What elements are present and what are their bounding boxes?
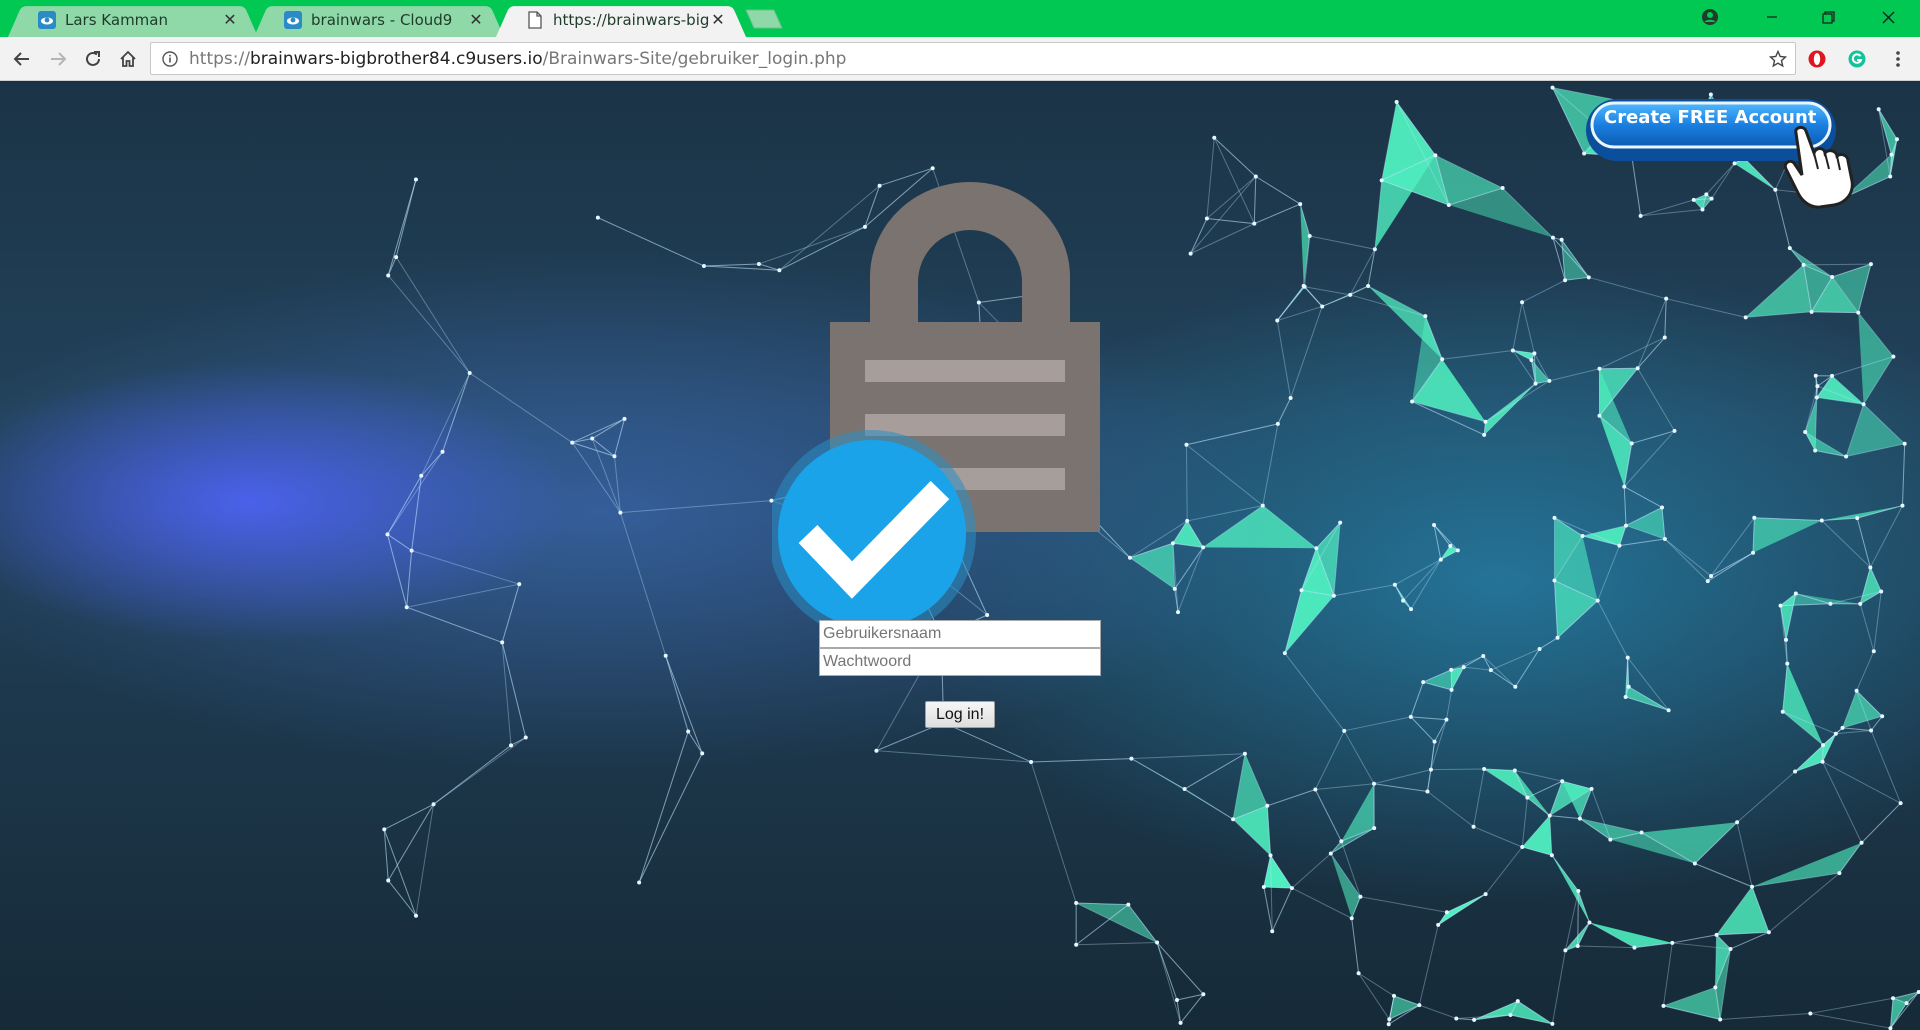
tab-title: brainwars - Cloud9 (311, 10, 453, 29)
tab-lars-kamman[interactable]: Lars Kamman ✕ (8, 2, 258, 37)
address-bar[interactable]: https://brainwars-bigbrother84.c9users.i… (150, 42, 1796, 75)
page-icon (526, 10, 544, 29)
username-field[interactable] (819, 620, 1101, 648)
restore-icon[interactable] (1800, 0, 1856, 34)
url-text: https://brainwars-bigbrother84.c9users.i… (189, 49, 1761, 69)
new-tab-button[interactable] (744, 9, 784, 29)
cloud9-icon (38, 10, 56, 29)
tab-brainwars-cloud9[interactable]: brainwars - Cloud9 ✕ (254, 2, 504, 37)
password-field[interactable] (819, 648, 1101, 676)
tab-title: Lars Kamman (65, 10, 168, 29)
home-icon[interactable] (114, 45, 142, 73)
menu-kebab-icon[interactable] (1884, 45, 1912, 73)
tab-login-page[interactable]: https://brainwars-bigbro ✕ (496, 2, 746, 37)
browser-tab-strip: Lars Kamman ✕ brainwars - Cloud9 ✕ https… (0, 0, 1920, 37)
login-page: Log in! Create FREE Account (0, 82, 1920, 1030)
tab-title: https://brainwars-bigbro (553, 10, 710, 29)
network-facets (1054, 87, 1919, 1029)
cloud9-icon (284, 10, 302, 29)
create-account-label: Create FREE Account (1604, 107, 1817, 128)
back-arrow-icon[interactable] (8, 45, 36, 73)
browser-toolbar: https://brainwars-bigbrother84.c9users.i… (0, 37, 1920, 81)
close-tab-icon[interactable]: ✕ (222, 11, 238, 28)
url-path: /Brainwars-Site/gebruiker_login.php (542, 48, 847, 69)
minimize-icon[interactable] (1744, 0, 1800, 34)
reload-icon[interactable] (79, 45, 107, 73)
opera-extension-icon[interactable] (1803, 45, 1831, 73)
close-window-icon[interactable] (1860, 0, 1916, 34)
url-host: brainwars-bigbrother84.c9users.io (249, 48, 543, 69)
info-icon[interactable] (151, 50, 189, 67)
url-scheme: https:// (189, 48, 250, 69)
create-account-button[interactable]: Create FREE Account (1582, 97, 1882, 221)
forward-arrow-icon[interactable] (44, 45, 72, 73)
login-button[interactable]: Log in! (925, 701, 995, 728)
close-tab-icon[interactable]: ✕ (468, 11, 484, 28)
profile-icon[interactable] (1682, 0, 1738, 34)
close-tab-icon[interactable]: ✕ (710, 11, 726, 28)
grammarly-extension-icon[interactable] (1843, 45, 1871, 73)
bookmark-star-icon[interactable] (1761, 49, 1795, 68)
login-form (819, 620, 1101, 676)
